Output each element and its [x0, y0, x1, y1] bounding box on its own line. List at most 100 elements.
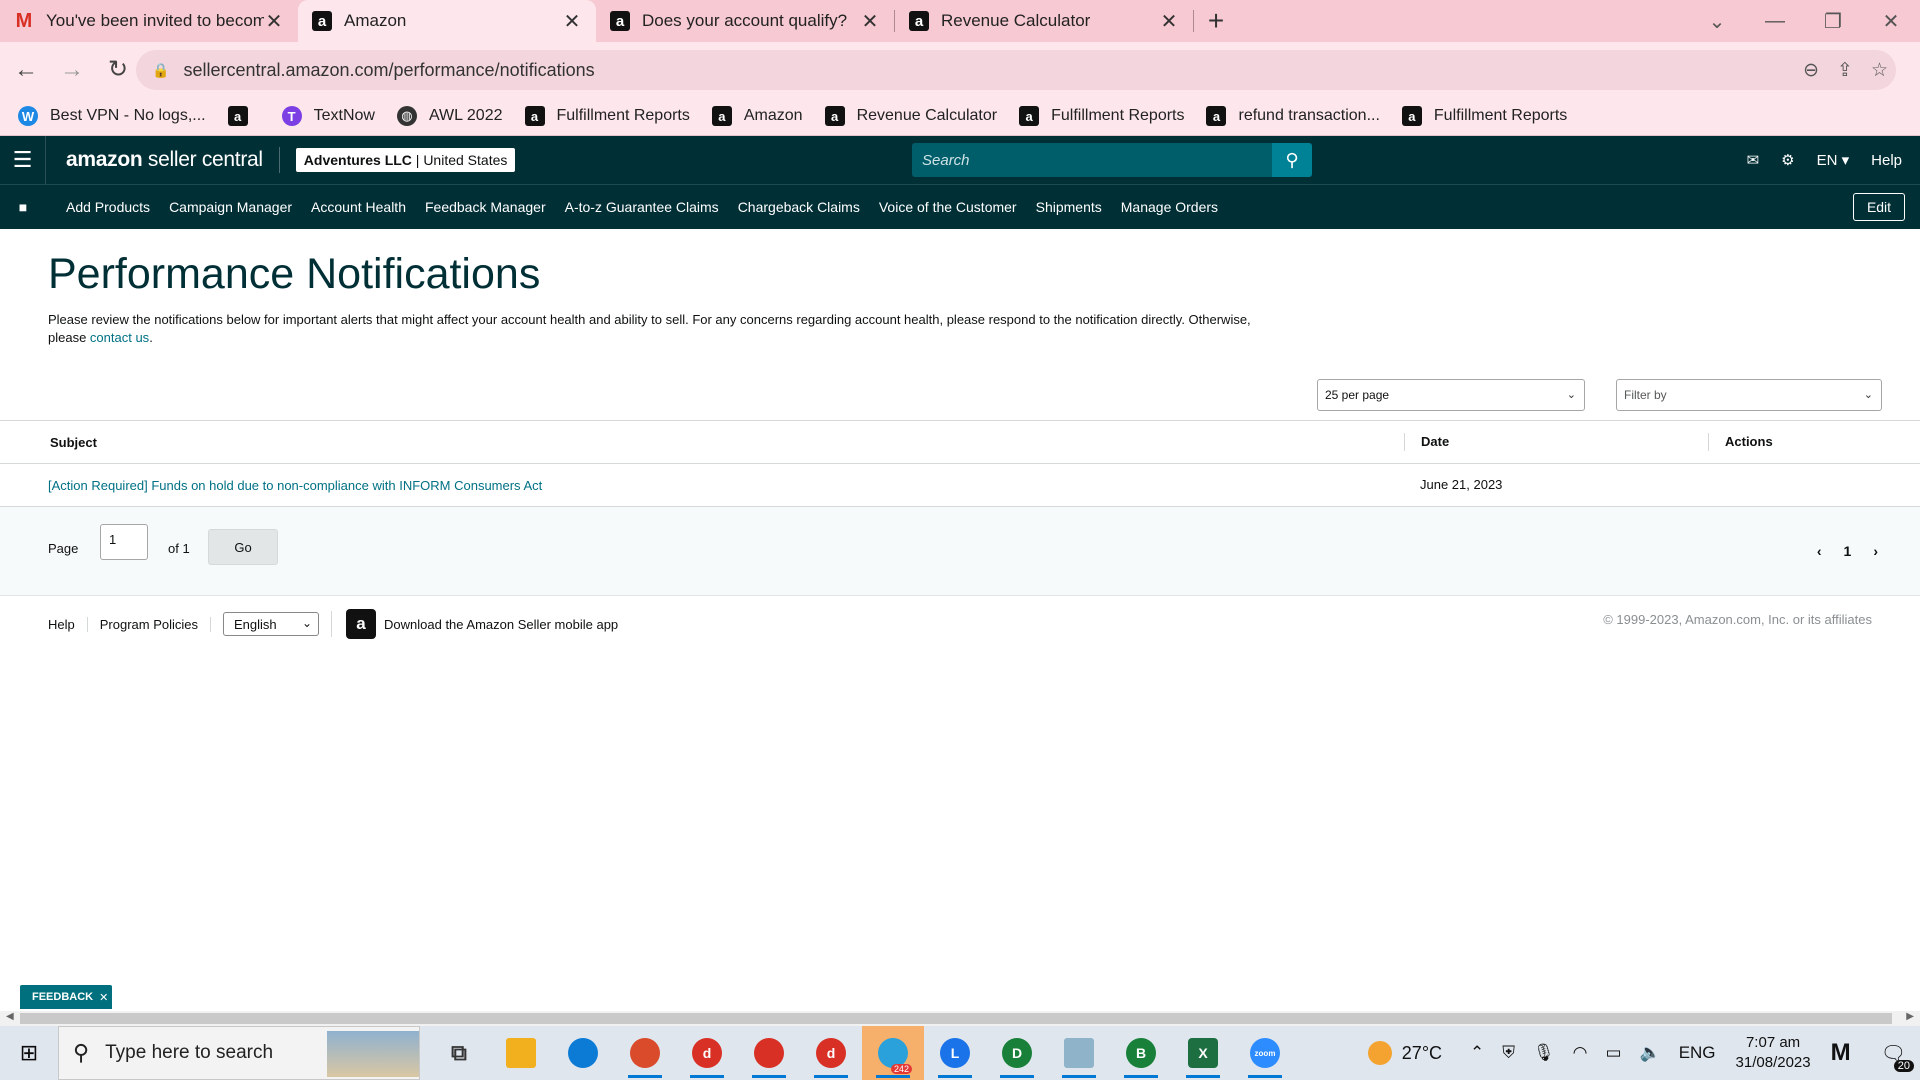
hamburger-menu-icon[interactable]: ☰ [0, 136, 46, 184]
language-indicator[interactable]: ENG [1679, 1043, 1716, 1063]
close-window-icon[interactable]: ✕ [1862, 0, 1920, 42]
taskbar-app[interactable] [614, 1026, 676, 1080]
column-date[interactable]: Date [1404, 433, 1708, 451]
scroll-right-icon[interactable]: ▶ [1906, 1011, 1914, 1022]
new-tab-button[interactable]: + [1194, 0, 1238, 42]
chevron-left-icon[interactable]: ‹ [1817, 543, 1822, 559]
contact-us-link[interactable]: contact us [90, 330, 149, 345]
language-dropdown[interactable]: English ⌄ [223, 612, 320, 636]
taskbar-app[interactable]: d [800, 1026, 862, 1080]
close-icon[interactable]: ✕ [99, 991, 108, 1004]
forward-icon[interactable]: → [52, 50, 92, 90]
taskbar-app[interactable]: X [1172, 1026, 1234, 1080]
gear-icon[interactable]: ⚙ [1781, 151, 1794, 169]
taskbar-app[interactable] [1048, 1026, 1110, 1080]
bookmark-icon[interactable]: ■ [0, 199, 46, 215]
nav-a-to-z-claims[interactable]: A-to-z Guarantee Claims [565, 199, 719, 215]
share-icon[interactable]: ⇪ [1837, 59, 1853, 82]
bookmark-item[interactable]: a Revenue Calculator [824, 106, 997, 126]
bookmark-item[interactable]: a Fulfillment Reports [524, 106, 690, 126]
taskbar-app[interactable]: d [676, 1026, 738, 1080]
battery-icon[interactable]: ▭ [1605, 1043, 1621, 1063]
search-input[interactable]: Search [912, 143, 1272, 177]
per-page-select[interactable]: 25 per page ⌄ [1317, 379, 1585, 411]
reload-icon[interactable]: ↻ [98, 50, 138, 90]
current-page[interactable]: 1 [1844, 543, 1852, 559]
wifi-icon[interactable]: ◠ [1573, 1043, 1588, 1063]
taskbar-app[interactable]: B [1110, 1026, 1172, 1080]
go-button[interactable]: Go [208, 529, 278, 565]
browser-tab[interactable]: M You've been invited to become a ✕ [0, 0, 298, 42]
taskbar-app[interactable]: D [986, 1026, 1048, 1080]
nav-voice-of-customer[interactable]: Voice of the Customer [879, 199, 1017, 215]
chevron-right-icon[interactable]: › [1873, 543, 1878, 559]
close-icon[interactable]: ✕ [264, 9, 284, 34]
taskbar-app[interactable]: ⧉ [428, 1026, 490, 1080]
notification-subject-link[interactable]: [Action Required] Funds on hold due to n… [0, 478, 1404, 493]
account-switcher[interactable]: Adventures LLC | United States [295, 148, 516, 172]
browser-tab[interactable]: a Revenue Calculator ✕ [895, 0, 1193, 42]
taskbar-app[interactable]: zoom [1234, 1026, 1296, 1080]
mail-icon[interactable]: ✉ [1747, 151, 1760, 169]
clock[interactable]: 7:07 am 31/08/2023 [1736, 1033, 1811, 1073]
close-icon[interactable]: ✕ [860, 9, 880, 34]
taskbar-app[interactable]: L [924, 1026, 986, 1080]
m-logo-icon[interactable]: M [1831, 1039, 1851, 1067]
bookmark-item[interactable]: a Fulfillment Reports [1401, 106, 1567, 126]
bookmark-item[interactable]: a Fulfillment Reports [1019, 106, 1184, 126]
tab-search-icon[interactable]: ⌄ [1688, 0, 1746, 42]
back-icon[interactable]: ← [6, 50, 46, 90]
browser-tab[interactable]: a Does your account qualify? ✕ [596, 0, 894, 42]
nav-campaign-manager[interactable]: Campaign Manager [169, 199, 292, 215]
minimize-icon[interactable]: — [1746, 0, 1804, 42]
footer-help-link[interactable]: Help [48, 616, 88, 632]
bookmark-item[interactable]: a Amazon [711, 106, 803, 126]
star-icon[interactable]: ☆ [1871, 59, 1888, 82]
nav-shipments[interactable]: Shipments [1036, 199, 1102, 215]
help-link[interactable]: Help [1871, 152, 1902, 169]
weather-widget[interactable]: 27°C [1367, 1041, 1442, 1065]
bookmark-item[interactable]: W Best VPN - No logs,... [18, 106, 206, 126]
chevron-up-icon[interactable]: ⌃ [1470, 1043, 1484, 1063]
edit-nav-button[interactable]: Edit [1853, 193, 1905, 221]
horizontal-scrollbar[interactable]: ◀ ▶ [0, 1011, 1920, 1026]
scroll-left-icon[interactable]: ◀ [6, 1011, 14, 1022]
close-icon[interactable]: ✕ [562, 9, 582, 34]
lock-icon[interactable]: 🔒 [152, 62, 169, 79]
taskbar-app[interactable] [738, 1026, 800, 1080]
bookmark-item[interactable]: a [227, 106, 260, 126]
column-subject[interactable]: Subject [0, 435, 1404, 450]
url-text[interactable]: sellercentral.amazon.com/performance/not… [183, 60, 1803, 81]
language-selector[interactable]: EN ▾ [1817, 151, 1850, 169]
taskbar-app[interactable] [490, 1026, 552, 1080]
page-number-input[interactable]: 1 [100, 524, 148, 560]
search-icon[interactable]: ⚲ [1272, 143, 1312, 177]
bookmark-item[interactable]: ◍ AWL 2022 [396, 106, 503, 126]
volume-icon[interactable]: 🔈 [1640, 1043, 1661, 1063]
security-icon[interactable]: ⛨ [1502, 1043, 1515, 1063]
windows-start-icon[interactable]: ⊞ [0, 1026, 58, 1080]
feedback-tab[interactable]: FEEDBACK ✕ [20, 985, 112, 1009]
taskbar-search[interactable]: ⚲ Type here to search [58, 1026, 420, 1080]
download-app-link[interactable]: Download the Amazon Seller mobile app [384, 617, 618, 632]
nav-chargeback-claims[interactable]: Chargeback Claims [738, 199, 860, 215]
address-bar[interactable]: 🔒 sellercentral.amazon.com/performance/n… [136, 50, 1896, 90]
scrollbar-thumb[interactable] [20, 1013, 1892, 1024]
nav-account-health[interactable]: Account Health [311, 199, 406, 215]
nav-add-products[interactable]: Add Products [66, 199, 150, 215]
close-icon[interactable]: ✕ [1159, 9, 1179, 34]
zoom-icon[interactable]: ⊖ [1803, 59, 1819, 82]
bookmark-item[interactable]: T TextNow [281, 106, 375, 126]
microphone-icon[interactable]: 🎙 [1533, 1043, 1555, 1063]
seller-central-logo[interactable]: amazon seller central [66, 148, 263, 172]
restore-icon[interactable]: ❐ [1804, 0, 1862, 42]
notification-center-icon[interactable]: 🗨 20 [1881, 1041, 1914, 1072]
program-policies-link[interactable]: Program Policies [100, 616, 212, 632]
amazon-app-icon[interactable]: a [346, 609, 377, 639]
taskbar-app[interactable]: 242 [862, 1026, 924, 1080]
nav-manage-orders[interactable]: Manage Orders [1121, 199, 1218, 215]
nav-feedback-manager[interactable]: Feedback Manager [425, 199, 546, 215]
browser-tab-active[interactable]: a Amazon ✕ [298, 0, 596, 42]
filter-select[interactable]: Filter by ⌄ [1616, 379, 1882, 411]
taskbar-app[interactable] [552, 1026, 614, 1080]
